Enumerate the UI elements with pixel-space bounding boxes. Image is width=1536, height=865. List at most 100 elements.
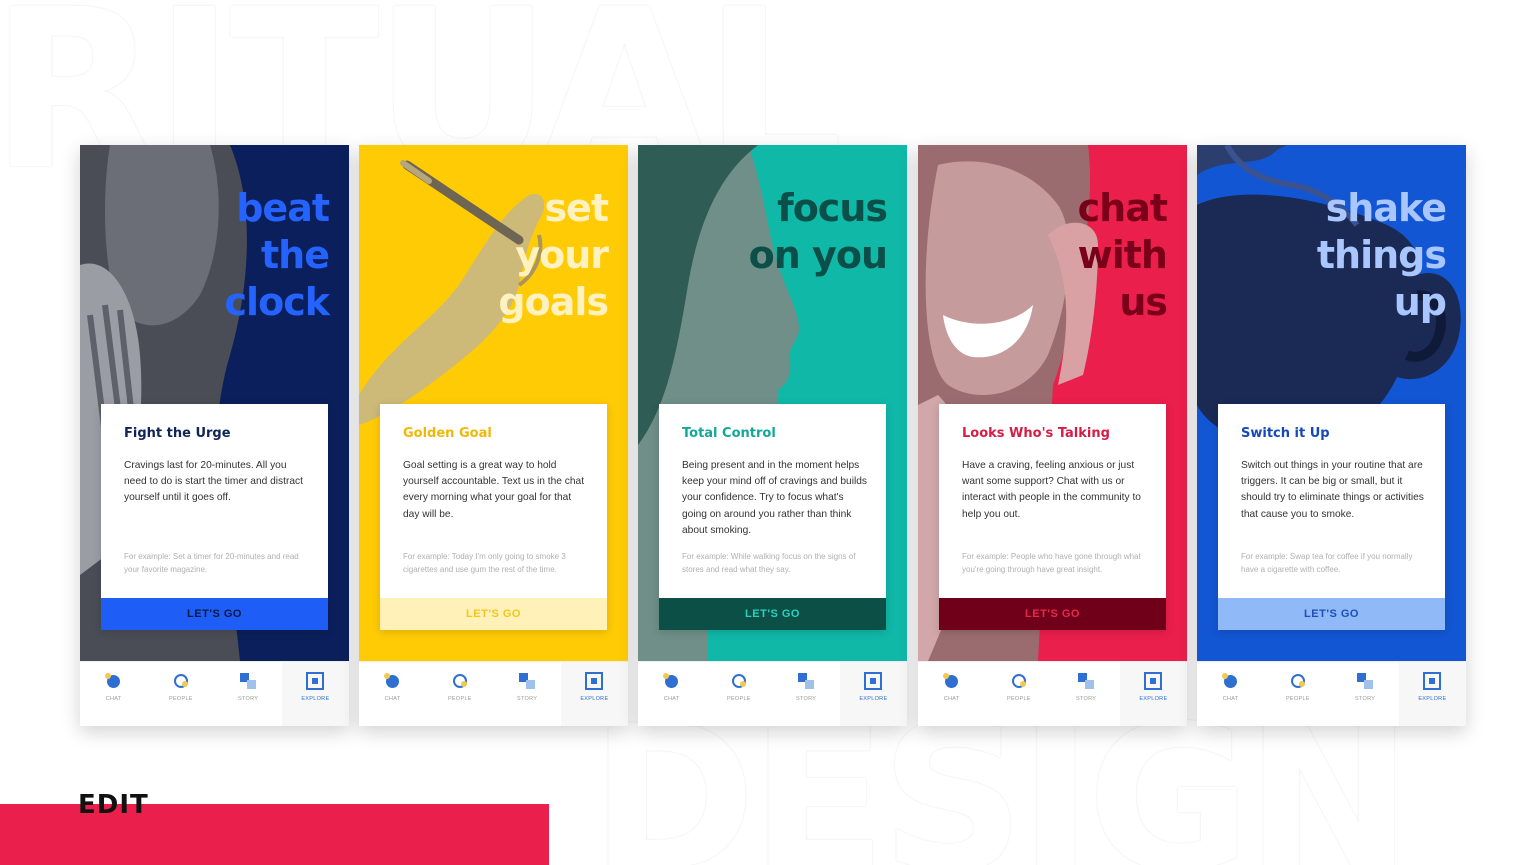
screen-shake-things-up: shake things up Switch it Up Switch out … xyxy=(1197,145,1466,726)
tab-chat[interactable]: CHAT xyxy=(80,662,147,726)
headline-line: focus xyxy=(777,186,888,230)
tab-people[interactable]: PEOPLE xyxy=(705,662,772,726)
lets-go-button[interactable]: LET'S GO xyxy=(659,598,886,630)
tab-chat[interactable]: CHAT xyxy=(638,662,705,726)
card-example: For example: Set a timer for 20-minutes … xyxy=(124,552,299,574)
headline-line: shake xyxy=(1325,186,1447,230)
screen-focus-on-you: focus on you Total Control Being present… xyxy=(638,145,907,726)
tab-label: STORY xyxy=(796,696,817,702)
tab-explore[interactable]: EXPLORE xyxy=(839,662,907,726)
chat-icon xyxy=(383,672,402,690)
tab-people[interactable]: PEOPLE xyxy=(1264,662,1331,726)
tab-chat[interactable]: CHAT xyxy=(359,662,426,726)
people-icon xyxy=(172,672,190,690)
screen-beat-the-clock: beat the clock Fight the Urge Cravings l… xyxy=(80,145,349,726)
explore-icon xyxy=(864,672,883,690)
tab-story[interactable]: STORY xyxy=(1332,662,1399,726)
hero-headline: set your goals xyxy=(498,185,609,326)
tab-label: PEOPLE xyxy=(726,696,751,702)
bottom-tab-bar: CHAT PEOPLE STORY EXPLORE xyxy=(80,661,349,726)
tab-story[interactable]: STORY xyxy=(215,662,282,726)
people-icon xyxy=(451,672,469,690)
bottom-tab-bar: CHAT PEOPLE STORY EXPLORE xyxy=(359,661,628,726)
tab-story[interactable]: STORY xyxy=(494,662,561,726)
tip-card: Looks Who's Talking Have a craving, feel… xyxy=(939,404,1166,630)
explore-icon xyxy=(1423,672,1442,690)
tab-story[interactable]: STORY xyxy=(773,662,840,726)
chat-icon xyxy=(1221,672,1240,690)
tab-explore[interactable]: EXPLORE xyxy=(1119,662,1187,726)
card-title: Fight the Urge xyxy=(124,426,231,441)
hero-headline: beat the clock xyxy=(224,185,330,326)
tip-card: Switch it Up Switch out things in your r… xyxy=(1218,404,1445,630)
lets-go-button[interactable]: LET'S GO xyxy=(101,598,328,630)
tip-card: Fight the Urge Cravings last for 20-minu… xyxy=(101,404,328,630)
card-example: For example: People who have gone throug… xyxy=(962,552,1141,574)
tab-label: CHAT xyxy=(663,696,680,702)
tab-label: EXPLORE xyxy=(301,696,330,702)
tab-label: CHAT xyxy=(105,696,122,702)
card-body: Being present and in the moment helps ke… xyxy=(682,460,867,536)
headline-line: us xyxy=(1119,280,1168,324)
people-icon xyxy=(730,672,748,690)
explore-icon xyxy=(1144,672,1163,690)
tab-label: CHAT xyxy=(384,696,401,702)
tab-label: STORY xyxy=(1355,696,1376,702)
headline-line: up xyxy=(1393,280,1447,324)
tab-label: PEOPLE xyxy=(447,696,472,702)
tab-label: PEOPLE xyxy=(1285,696,1310,702)
tab-label: CHAT xyxy=(1222,696,1239,702)
bottom-tab-bar: CHAT PEOPLE STORY EXPLORE xyxy=(1197,661,1466,726)
tab-chat[interactable]: CHAT xyxy=(1197,662,1264,726)
card-title: Switch it Up xyxy=(1241,426,1330,441)
lets-go-button[interactable]: LET'S GO xyxy=(380,598,607,630)
explore-icon xyxy=(306,672,325,690)
tab-label: EXPLORE xyxy=(580,696,609,702)
story-icon xyxy=(1356,672,1374,690)
brand-logo: EDIT xyxy=(78,790,149,820)
hero-headline: chat with us xyxy=(1077,185,1168,326)
tab-people[interactable]: PEOPLE xyxy=(147,662,214,726)
lets-go-button[interactable]: LET'S GO xyxy=(1218,598,1445,630)
bottom-tab-bar: CHAT PEOPLE STORY EXPLORE xyxy=(918,661,1187,726)
tab-people[interactable]: PEOPLE xyxy=(426,662,493,726)
tab-label: PEOPLE xyxy=(168,696,193,702)
headline-line: chat xyxy=(1077,186,1168,230)
app-screens: beat the clock Fight the Urge Cravings l… xyxy=(80,145,1466,726)
tab-label: STORY xyxy=(517,696,538,702)
hero-headline: focus on you xyxy=(749,185,888,279)
tab-label: STORY xyxy=(1076,696,1097,702)
bottom-tab-bar: CHAT PEOPLE STORY EXPLORE xyxy=(638,661,907,726)
headline-line: goals xyxy=(498,280,609,324)
story-icon xyxy=(239,672,257,690)
tab-people[interactable]: PEOPLE xyxy=(985,662,1052,726)
headline-line: things xyxy=(1316,233,1447,277)
tab-chat[interactable]: CHAT xyxy=(918,662,985,726)
tab-story[interactable]: STORY xyxy=(1053,662,1120,726)
tab-label: PEOPLE xyxy=(1006,696,1031,702)
card-title: Golden Goal xyxy=(403,426,492,441)
card-body: Have a craving, feeling anxious or just … xyxy=(962,460,1141,520)
chat-icon xyxy=(662,672,681,690)
tab-label: STORY xyxy=(238,696,259,702)
story-icon xyxy=(518,672,536,690)
headline-line: your xyxy=(515,233,609,277)
tab-explore[interactable]: EXPLORE xyxy=(281,662,349,726)
story-icon xyxy=(1077,672,1095,690)
headline-line: clock xyxy=(224,280,330,324)
explore-icon xyxy=(585,672,604,690)
card-example: For example: Swap tea for coffee if you … xyxy=(1241,552,1413,574)
lets-go-button[interactable]: LET'S GO xyxy=(939,598,1166,630)
headline-line: the xyxy=(261,233,330,277)
card-title: Total Control xyxy=(682,426,776,441)
headline-line: set xyxy=(544,186,609,230)
screen-chat-with-us: chat with us Looks Who's Talking Have a … xyxy=(918,145,1187,726)
tip-card: Total Control Being present and in the m… xyxy=(659,404,886,630)
tip-card: Golden Goal Goal setting is a great way … xyxy=(380,404,607,630)
tab-explore[interactable]: EXPLORE xyxy=(1398,662,1466,726)
headline-line: beat xyxy=(236,186,330,230)
card-example: For example: While walking focus on the … xyxy=(682,552,856,574)
chat-icon xyxy=(942,672,961,690)
tab-label: EXPLORE xyxy=(859,696,888,702)
tab-explore[interactable]: EXPLORE xyxy=(560,662,628,726)
